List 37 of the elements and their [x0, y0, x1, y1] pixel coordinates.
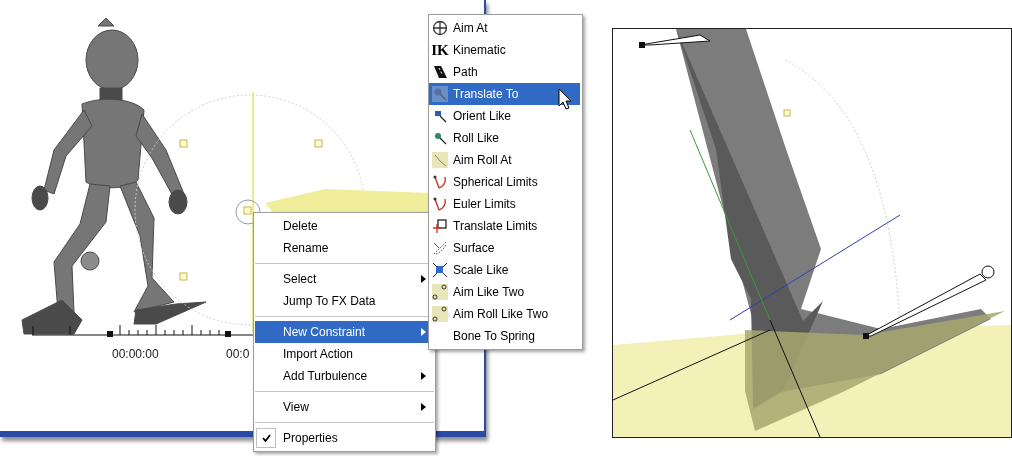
bone-target-icon	[432, 130, 448, 146]
menu-item[interactable]: Path	[429, 61, 580, 83]
two-targets-icon	[432, 284, 448, 300]
limit-square-icon	[432, 218, 448, 234]
path-icon	[432, 64, 448, 80]
menu-item[interactable]: Aim At	[429, 17, 580, 39]
menu-item[interactable]: Scale Like	[429, 259, 580, 281]
surface-icon	[432, 240, 448, 256]
menu-item[interactable]: Add Turbulence	[255, 365, 434, 387]
menu-item[interactable]: Orient Like	[429, 105, 580, 127]
scale-icon	[432, 262, 448, 278]
menu-item[interactable]: Surface	[429, 237, 580, 259]
menu-item[interactable]: Translate To	[429, 83, 580, 105]
two-targets-icon	[432, 306, 448, 322]
ik-icon: IK	[431, 42, 449, 58]
crosshair-icon	[432, 20, 448, 36]
bone-target-icon	[432, 86, 448, 102]
submenu-arrow-icon	[421, 328, 426, 336]
menu-item[interactable]: IK Kinematic	[429, 39, 580, 61]
limit-arc-icon	[432, 174, 448, 190]
submenu-arrow-icon	[421, 403, 426, 411]
mouse-pointer-icon	[558, 88, 572, 110]
menu-item[interactable]: Aim Roll At	[429, 149, 580, 171]
timeline-time-label: 00:0	[226, 346, 250, 363]
menu-item[interactable]: Euler Limits	[429, 193, 580, 215]
menu-item[interactable]: Translate Limits	[429, 215, 580, 237]
timeline-time-label: 00:00:00	[112, 346, 159, 363]
submenu-arrow-icon	[421, 372, 426, 380]
menu-item[interactable]: Spherical Limits	[429, 171, 580, 193]
submenu-arrow-icon	[421, 275, 426, 283]
menu-item[interactable]: Aim Like Two	[429, 281, 580, 303]
menu-item[interactable]: Roll Like	[429, 127, 580, 149]
limit-arc-icon	[432, 196, 448, 212]
menu-item[interactable]: View	[255, 396, 434, 418]
bone-target-icon	[432, 108, 448, 124]
bone-target-icon	[432, 152, 448, 168]
menu-item[interactable]: Properties	[255, 427, 434, 449]
